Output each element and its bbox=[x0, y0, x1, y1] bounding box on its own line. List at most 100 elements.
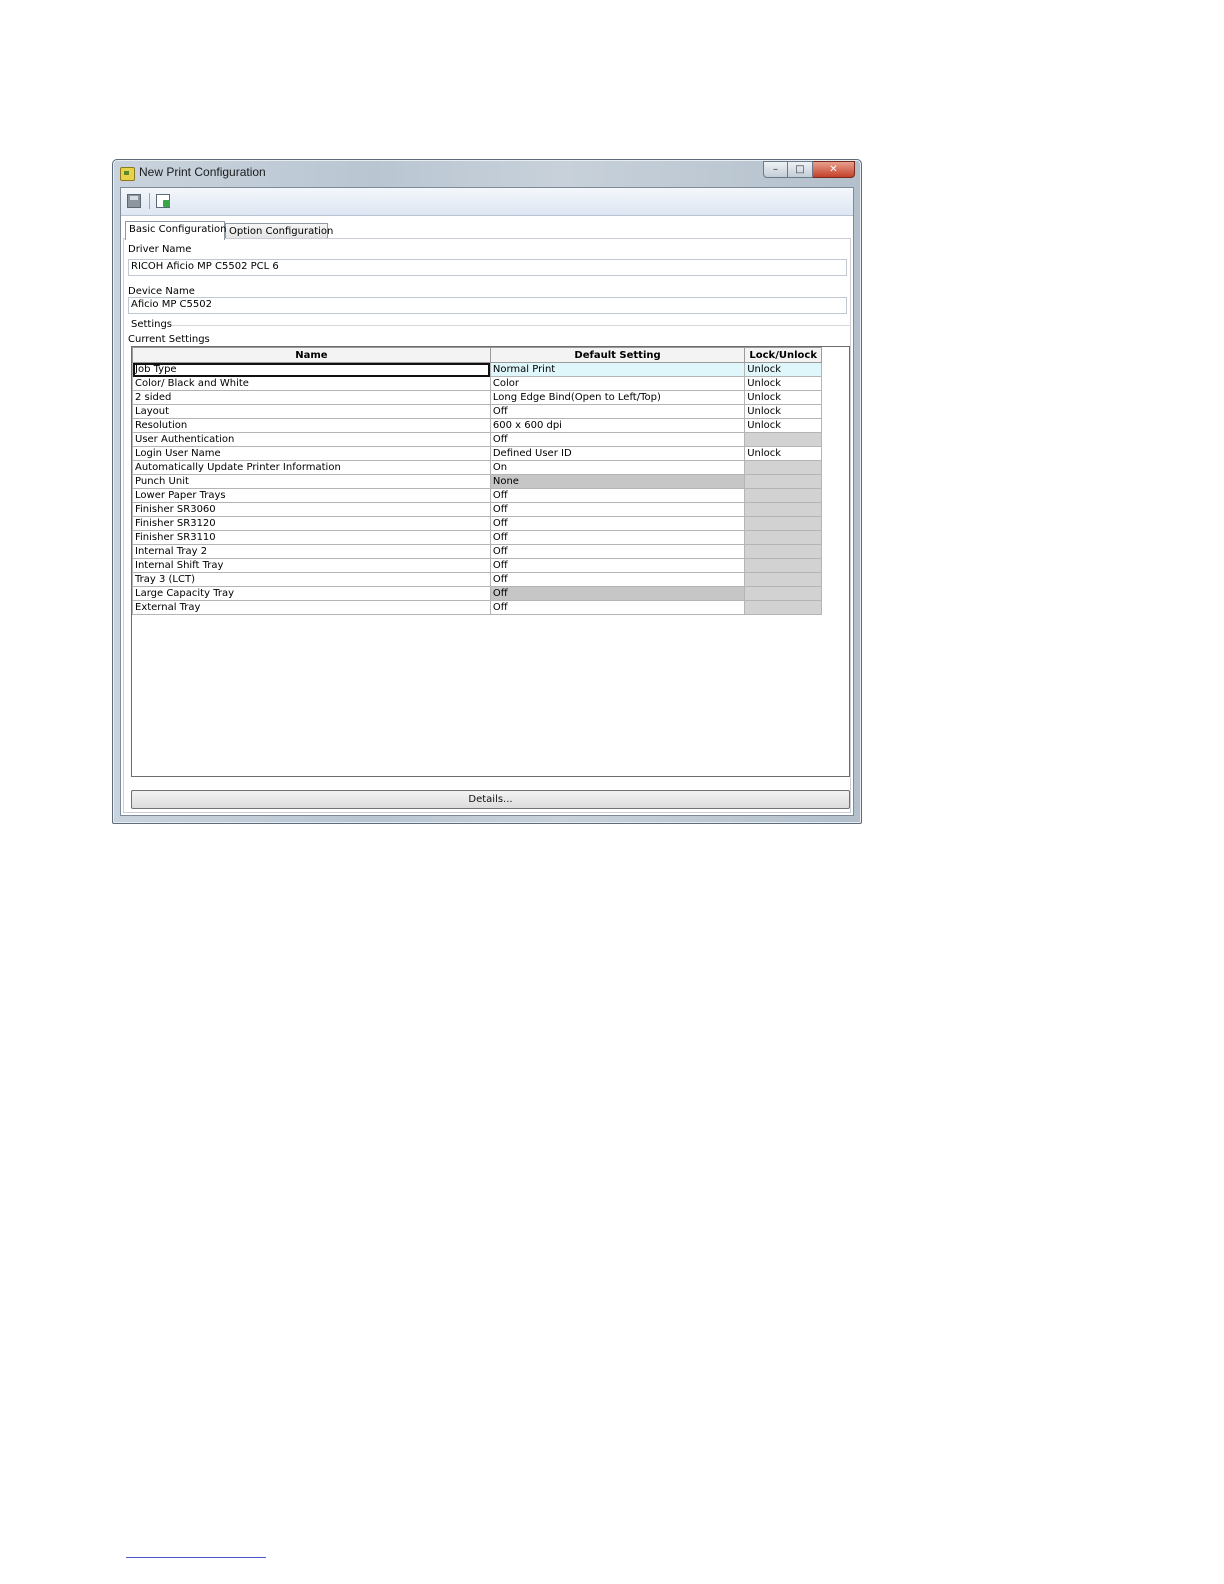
row-filler bbox=[821, 586, 849, 601]
setting-name-cell[interactable]: Tray 3 (LCT) bbox=[132, 572, 491, 587]
lock-unlock-cell[interactable]: Unlock bbox=[744, 376, 823, 391]
window-controls: – □ ✕ bbox=[763, 161, 855, 178]
table-row[interactable]: Lower Paper Trays Off bbox=[132, 488, 849, 503]
default-setting-cell[interactable]: Off bbox=[489, 488, 746, 503]
lock-unlock-cell[interactable]: Unlock bbox=[744, 362, 823, 377]
lock-unlock-cell bbox=[744, 530, 823, 545]
column-header-default-setting[interactable]: Default Setting bbox=[489, 347, 746, 363]
table-row[interactable]: Finisher SR3060 Off bbox=[132, 502, 849, 517]
setting-name-cell[interactable]: Large Capacity Tray bbox=[132, 586, 491, 601]
current-settings-label: Current Settings bbox=[128, 334, 210, 345]
driver-name-field[interactable]: RICOH Aficio MP C5502 PCL 6 bbox=[128, 259, 847, 276]
setting-name-cell[interactable]: User Authentication bbox=[132, 432, 491, 447]
row-filler bbox=[821, 446, 849, 461]
row-filler bbox=[821, 488, 849, 503]
row-filler bbox=[821, 516, 849, 531]
setting-name-cell[interactable]: Resolution bbox=[132, 418, 491, 433]
setting-name-cell[interactable]: Color/ Black and White bbox=[132, 376, 491, 391]
setting-name-cell[interactable]: Layout bbox=[132, 404, 491, 419]
table-row[interactable]: Job Type Normal Print Unlock bbox=[132, 362, 849, 377]
default-setting-cell[interactable]: Off bbox=[489, 600, 746, 615]
export-icon[interactable] bbox=[156, 194, 170, 208]
tab-basic-configuration[interactable]: Basic Configuration bbox=[125, 221, 226, 240]
device-name-field[interactable]: Aficio MP C5502 bbox=[128, 297, 847, 314]
setting-name-cell[interactable]: Automatically Update Printer Information bbox=[132, 460, 491, 475]
lock-unlock-cell bbox=[744, 488, 823, 503]
setting-name-cell[interactable]: Internal Shift Tray bbox=[132, 558, 491, 573]
lock-unlock-cell[interactable]: Unlock bbox=[744, 404, 823, 419]
column-header-lock-unlock[interactable]: Lock/Unlock bbox=[744, 347, 823, 363]
title-bar[interactable]: New Print Configuration – □ ✕ bbox=[113, 160, 861, 186]
default-setting-cell[interactable]: Off bbox=[489, 558, 746, 573]
setting-name-cell[interactable]: Finisher SR3060 bbox=[132, 502, 491, 517]
device-name-label: Device Name bbox=[128, 286, 195, 297]
toolbar-separator bbox=[149, 193, 150, 209]
save-icon[interactable] bbox=[127, 194, 141, 208]
default-setting-cell[interactable]: Normal Print bbox=[489, 362, 746, 377]
lock-unlock-cell bbox=[744, 474, 823, 489]
table-row[interactable]: Color/ Black and White Color Unlock bbox=[132, 376, 849, 391]
table-row[interactable]: Tray 3 (LCT) Off bbox=[132, 572, 849, 587]
default-setting-cell[interactable]: 600 x 600 dpi bbox=[489, 418, 746, 433]
setting-name-cell[interactable]: Finisher SR3120 bbox=[132, 516, 491, 531]
default-setting-cell[interactable]: Off bbox=[489, 572, 746, 587]
setting-name-cell[interactable]: Punch Unit bbox=[132, 474, 491, 489]
row-filler bbox=[821, 376, 849, 391]
row-filler bbox=[821, 460, 849, 475]
default-setting-cell[interactable]: Off bbox=[489, 516, 746, 531]
tab-option-configuration[interactable]: Option Configuration bbox=[225, 223, 333, 239]
table-row[interactable]: Automatically Update Printer Information… bbox=[132, 460, 849, 475]
header-filler bbox=[821, 347, 849, 363]
default-setting-cell[interactable]: Off bbox=[489, 502, 746, 517]
default-setting-cell[interactable]: Defined User ID bbox=[489, 446, 746, 461]
settings-table: Name Default Setting Lock/Unlock Job Typ… bbox=[132, 347, 849, 615]
lock-unlock-cell bbox=[744, 544, 823, 559]
default-setting-cell[interactable]: Off bbox=[489, 544, 746, 559]
table-row[interactable]: Layout Off Unlock bbox=[132, 404, 849, 419]
lock-unlock-cell[interactable]: Unlock bbox=[744, 390, 823, 405]
lock-unlock-cell bbox=[744, 572, 823, 587]
table-row[interactable]: User Authentication Off bbox=[132, 432, 849, 447]
lock-unlock-cell[interactable]: Unlock bbox=[744, 446, 823, 461]
default-setting-cell[interactable]: Off bbox=[489, 586, 746, 601]
table-row[interactable]: Internal Shift Tray Off bbox=[132, 558, 849, 573]
default-setting-cell[interactable]: Off bbox=[489, 530, 746, 545]
minimize-button[interactable]: – bbox=[763, 161, 788, 178]
table-row[interactable]: Finisher SR3110 Off bbox=[132, 530, 849, 545]
lock-unlock-cell[interactable]: Unlock bbox=[744, 418, 823, 433]
setting-name-cell[interactable]: Job Type bbox=[132, 362, 491, 377]
default-setting-cell[interactable]: Long Edge Bind(Open to Left/Top) bbox=[489, 390, 746, 405]
lock-unlock-cell bbox=[744, 432, 823, 447]
table-row[interactable]: Finisher SR3120 Off bbox=[132, 516, 849, 531]
default-setting-cell[interactable]: Off bbox=[489, 432, 746, 447]
table-row[interactable]: Internal Tray 2 Off bbox=[132, 544, 849, 559]
row-filler bbox=[821, 558, 849, 573]
column-header-name[interactable]: Name bbox=[132, 347, 491, 363]
default-setting-cell[interactable]: On bbox=[489, 460, 746, 475]
setting-name-cell[interactable]: Login User Name bbox=[132, 446, 491, 461]
table-row[interactable]: Punch Unit None bbox=[132, 474, 849, 489]
table-row[interactable]: External Tray Off bbox=[132, 600, 849, 615]
setting-name-cell[interactable]: External Tray bbox=[132, 600, 491, 615]
setting-name-cell[interactable]: 2 sided bbox=[132, 390, 491, 405]
maximize-button[interactable]: □ bbox=[788, 161, 813, 178]
table-row[interactable]: Large Capacity Tray Off bbox=[132, 586, 849, 601]
lock-unlock-cell bbox=[744, 586, 823, 601]
details-button[interactable]: Details... bbox=[131, 790, 850, 809]
toolbar bbox=[121, 188, 853, 216]
table-row[interactable]: 2 sided Long Edge Bind(Open to Left/Top) U… bbox=[132, 390, 849, 405]
row-filler bbox=[821, 474, 849, 489]
table-row[interactable]: Login User Name Defined User ID Unlock bbox=[132, 446, 849, 461]
settings-group-label: Settings bbox=[131, 319, 173, 330]
default-setting-cell[interactable]: Color bbox=[489, 376, 746, 391]
setting-name-cell[interactable]: Finisher SR3110 bbox=[132, 530, 491, 545]
close-button[interactable]: ✕ bbox=[813, 161, 855, 178]
setting-name-cell[interactable]: Lower Paper Trays bbox=[132, 488, 491, 503]
setting-name-cell[interactable]: Internal Tray 2 bbox=[132, 544, 491, 559]
default-setting-cell[interactable]: Off bbox=[489, 404, 746, 419]
table-row[interactable]: Resolution 600 x 600 dpi Unlock bbox=[132, 418, 849, 433]
lock-unlock-cell bbox=[744, 558, 823, 573]
row-filler bbox=[821, 502, 849, 517]
default-setting-cell[interactable]: None bbox=[489, 474, 746, 489]
basic-configuration-panel: Driver Name RICOH Aficio MP C5502 PCL 6 … bbox=[123, 238, 851, 813]
